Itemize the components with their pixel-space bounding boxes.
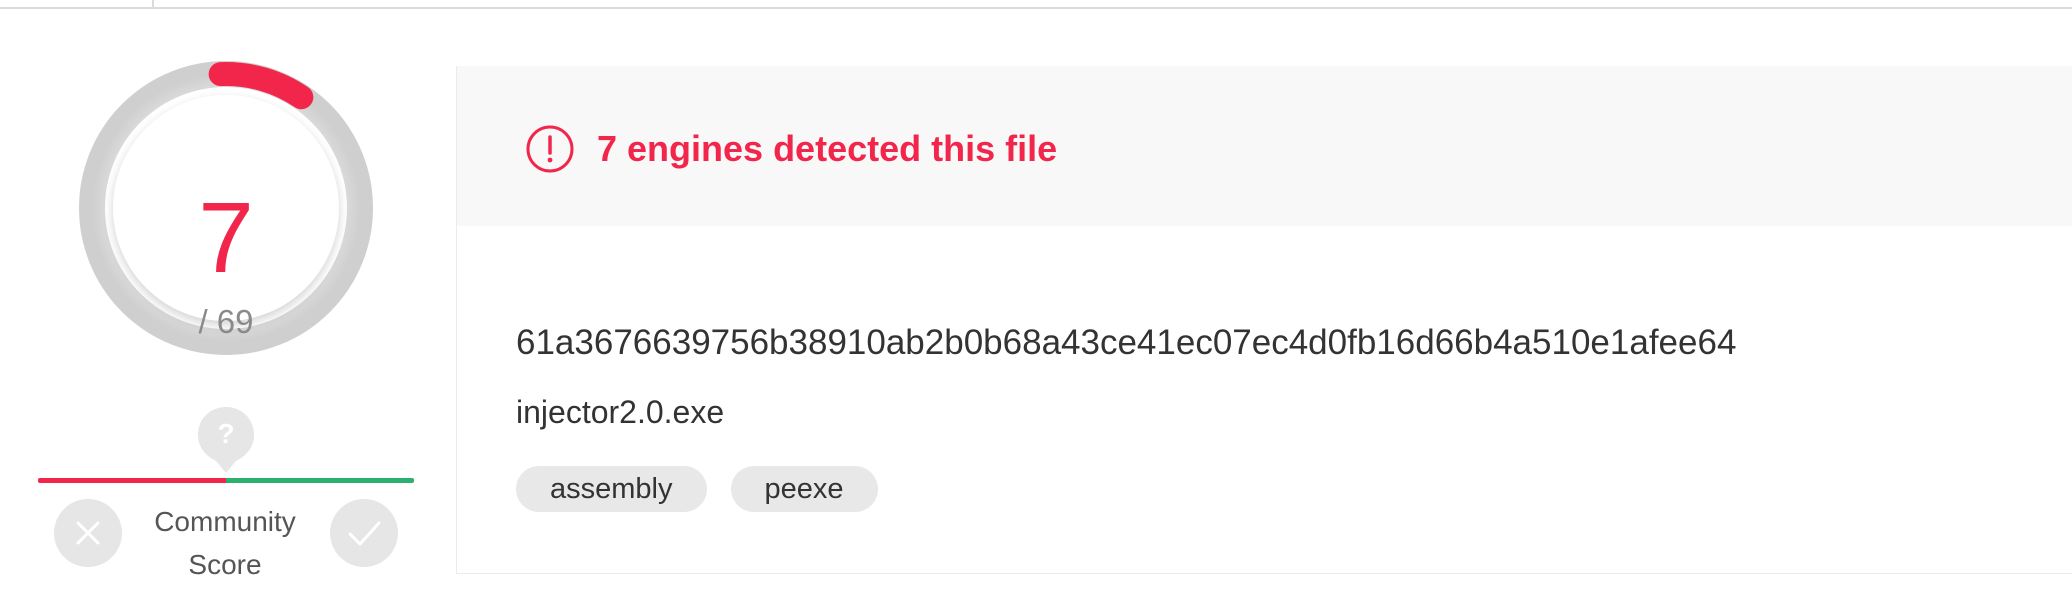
community-label-line1: Community (154, 506, 296, 537)
community-bar-negative (38, 478, 226, 483)
community-score-unknown: ? (217, 418, 235, 449)
check-icon (348, 521, 381, 546)
top-navigation-bar (0, 0, 2072, 9)
topbar-divider (152, 0, 154, 8)
close-icon (76, 521, 100, 545)
file-summary-panel: 7 engines detected this file 61a36766397… (456, 66, 2072, 574)
vote-harmful-button[interactable] (54, 499, 122, 567)
file-hash[interactable]: 61a3676639756b38910ab2b0b68a43ce41ec07ec… (516, 323, 1736, 363)
community-label-line2: Score (188, 549, 262, 580)
tag-assembly[interactable]: assembly (516, 466, 707, 512)
community-bar-positive (226, 478, 414, 483)
detection-score-gauge: 7 / 69 (78, 60, 374, 356)
detection-alert-text: 7 engines detected this file (597, 128, 1058, 169)
file-tags: assembly peexe (516, 466, 878, 512)
malicious-count: 7 (198, 182, 254, 294)
alert-circle-icon (526, 125, 574, 173)
community-score-label: Community Score (130, 500, 320, 586)
total-engines: / 69 (198, 303, 254, 340)
detection-arc (208, 62, 314, 110)
vote-harmless-button[interactable] (330, 499, 398, 567)
detection-alert-banner: 7 engines detected this file (457, 66, 2072, 226)
file-name: injector2.0.exe (516, 394, 725, 430)
tag-peexe[interactable]: peexe (730, 466, 878, 512)
community-score-marker: ? (196, 405, 256, 475)
